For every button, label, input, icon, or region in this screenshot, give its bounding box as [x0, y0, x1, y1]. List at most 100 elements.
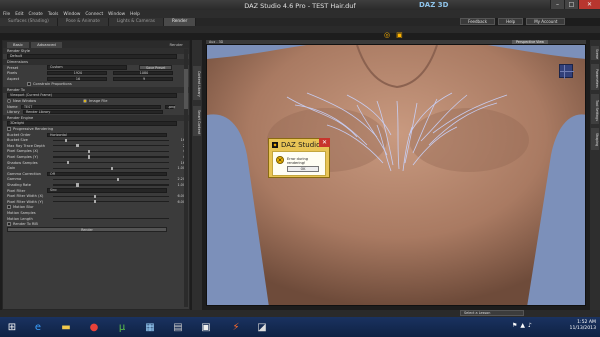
view-cube[interactable]	[559, 64, 574, 79]
target-icon[interactable]: ◎	[384, 31, 390, 39]
daz-studio-icon[interactable]: ⚡	[228, 319, 244, 335]
tab-lights-cameras[interactable]: Lights & Cameras	[108, 18, 164, 26]
slider-handle[interactable]	[93, 200, 96, 204]
file-explorer-icon[interactable]: ▬	[58, 319, 74, 335]
scrollbar-thumb[interactable]	[184, 69, 188, 109]
side-tab-content-library[interactable]: Content Library	[193, 66, 201, 100]
camera-icon[interactable]: ▣	[396, 31, 403, 39]
side-tab-tool-settings[interactable]: Tool Settings	[591, 94, 599, 124]
slider-handle[interactable]	[87, 155, 91, 159]
side-tab-smart-content[interactable]: Smart Content	[193, 106, 201, 136]
menu-help[interactable]: Help	[130, 12, 140, 17]
render-style-select[interactable]: Default	[7, 54, 177, 59]
minimize-button[interactable]: –	[550, 0, 564, 9]
render-button[interactable]: Render	[7, 227, 167, 233]
ok-button[interactable]: OK	[287, 166, 319, 172]
close-button[interactable]: ✕	[578, 0, 600, 9]
image-file-radio[interactable]	[83, 99, 87, 104]
setting-slider[interactable]	[53, 200, 169, 204]
menu-file[interactable]: File	[3, 12, 10, 17]
toolbar-row	[0, 26, 600, 33]
setting-slider[interactable]	[53, 144, 169, 148]
slider-handle[interactable]	[93, 194, 96, 198]
utorrent-icon[interactable]: µ	[114, 319, 130, 335]
preset-select[interactable]: Custom	[47, 65, 127, 70]
feedback-button[interactable]: Feedback	[460, 18, 496, 25]
daz-logo: DAZ 3D	[419, 1, 449, 9]
pixels-height-input[interactable]: 1080	[113, 71, 173, 76]
pixel-filter-select[interactable]: Sinc	[47, 188, 167, 193]
side-tab-scene[interactable]: Scene	[591, 46, 599, 60]
setting-slider[interactable]	[53, 161, 169, 165]
render-rib-checkbox[interactable]	[7, 222, 11, 227]
app-icon[interactable]: ▣	[198, 319, 214, 335]
menu-render[interactable]: Window	[63, 12, 80, 17]
figure-render	[207, 45, 585, 305]
flag-icon[interactable]: ⚑	[512, 322, 517, 329]
render-button-row: Render	[3, 227, 189, 233]
render-to-select[interactable]: Viewport (Current Frame)	[7, 93, 177, 98]
help-button[interactable]: Help	[498, 18, 524, 25]
internet-explorer-icon[interactable]: e	[30, 319, 46, 335]
menu-create[interactable]: Create	[29, 12, 43, 17]
3d-viewport[interactable]	[206, 44, 586, 306]
menu-window[interactable]: Window	[108, 12, 125, 17]
setting-slider[interactable]	[53, 166, 169, 170]
save-preset-button[interactable]: Save Preset	[139, 65, 173, 70]
slider-handle[interactable]	[111, 166, 114, 170]
tab-render[interactable]: Render	[164, 18, 197, 26]
lesson-select[interactable]: Select a Lesson	[460, 310, 524, 316]
library-select[interactable]: Render Library	[23, 110, 163, 115]
tab-surfaces[interactable]: Surfaces (Shading)	[0, 18, 58, 26]
dialog-close-button[interactable]: ✕	[319, 138, 330, 147]
app-icon[interactable]: ▤	[170, 319, 186, 335]
setting-slider[interactable]	[53, 155, 169, 159]
dialog-message: Error during rendering!	[287, 157, 308, 165]
app-icon[interactable]: ◪	[254, 319, 270, 335]
slider-handle[interactable]	[116, 177, 120, 182]
setting-slider[interactable]	[53, 194, 169, 198]
daz-icon: ◆	[272, 141, 278, 148]
aspect-width-input[interactable]: 16	[47, 76, 107, 81]
constrain-checkbox[interactable]	[27, 82, 31, 87]
motion-length-slider[interactable]	[53, 218, 169, 220]
tab-pose-animate[interactable]: Pose & Animate	[57, 18, 109, 26]
system-tray: ⚑ ▲ ♪	[512, 322, 532, 329]
dialog-body: ✕ Error during rendering! OK	[272, 151, 326, 176]
app-icon[interactable]: ▦	[142, 319, 158, 335]
menu-connect[interactable]: Connect	[85, 12, 103, 17]
maximize-button[interactable]: □	[564, 0, 578, 9]
slider-handle[interactable]	[87, 149, 91, 154]
slider-handle[interactable]	[64, 138, 67, 142]
menu-tools[interactable]: Tools	[48, 12, 59, 17]
slider-handle[interactable]	[66, 161, 70, 165]
new-window-radio[interactable]	[7, 99, 11, 104]
top-buttons: Feedback Help My Account	[460, 18, 566, 25]
setting-slider[interactable]	[53, 177, 169, 182]
side-tab-shaping[interactable]: Shaping	[591, 128, 599, 150]
setting-slider[interactable]	[53, 149, 169, 154]
setting-slider[interactable]	[53, 138, 169, 142]
chrome-icon[interactable]: ●	[86, 319, 102, 335]
slider-handle[interactable]	[76, 144, 79, 148]
motion-blur-checkbox[interactable]	[7, 205, 11, 210]
window-title: DAZ Studio 4.6 Pro - TEST Hair.duf	[244, 2, 356, 10]
slider-handle[interactable]	[76, 183, 79, 187]
name-input[interactable]: TEST	[21, 104, 161, 109]
progressive-checkbox[interactable]	[7, 127, 11, 132]
gamma-correction-select[interactable]: Off	[47, 171, 167, 176]
clock[interactable]: 1:52 AM 11/13/2013	[530, 320, 600, 332]
extension-select[interactable]: .png	[165, 104, 175, 109]
menu-bar: File Edit Create Tools Window Connect Wi…	[0, 10, 600, 18]
aspect-height-input[interactable]: 9	[113, 76, 173, 81]
bucket-order-select[interactable]: Horizontal	[47, 132, 167, 137]
menu-edit[interactable]: Edit	[15, 12, 23, 17]
pixels-width-input[interactable]: 1920	[47, 71, 107, 76]
setting-slider[interactable]	[53, 183, 169, 187]
my-account-button[interactable]: My Account	[526, 18, 566, 25]
panel-scrollbar[interactable]	[184, 49, 188, 307]
side-tab-parameters[interactable]: Parameters	[591, 64, 599, 90]
start-icon[interactable]: ⊞	[4, 319, 20, 335]
render-engine-select[interactable]: 3Delight	[7, 121, 177, 126]
network-icon[interactable]: ▲	[520, 322, 525, 329]
